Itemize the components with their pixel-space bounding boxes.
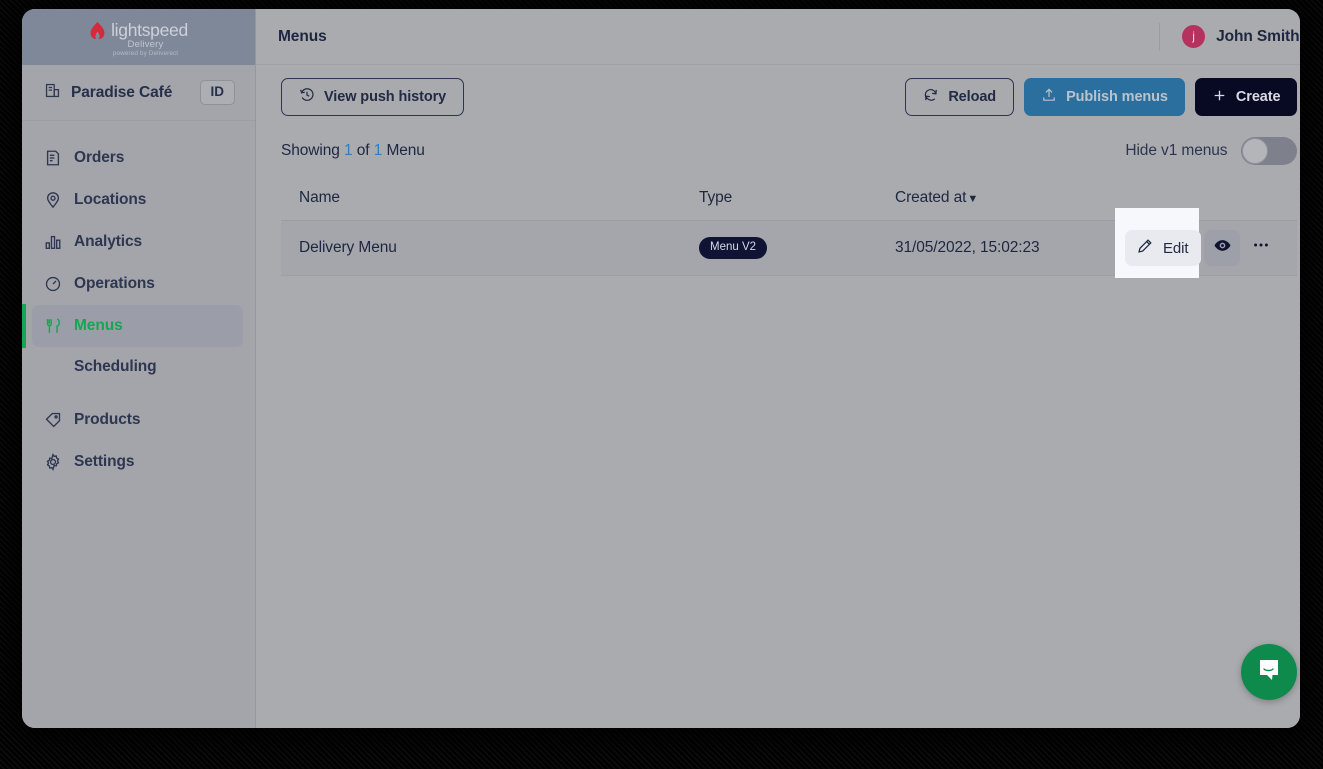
sidebar-item-locations[interactable]: Locations	[32, 179, 243, 221]
lightspeed-flame-icon	[89, 21, 106, 40]
edit-button[interactable]: Edit	[1125, 230, 1202, 266]
brand-product: Delivery	[127, 39, 164, 50]
cutlery-icon	[44, 317, 62, 335]
cell-created-at: 31/05/2022, 15:02:23	[895, 239, 1040, 256]
history-clock-icon	[299, 87, 315, 107]
showing-entity: Menu	[386, 142, 425, 159]
account-name: Paradise Café	[71, 83, 173, 101]
upload-icon	[1041, 87, 1057, 107]
column-header-created-at[interactable]: Created at▼	[895, 189, 1125, 207]
sidebar-item-menus[interactable]: Menus	[22, 304, 243, 348]
toolbar: View push history Reload Publish menus C…	[256, 65, 1300, 129]
menus-table: Name Type Created at▼ Delivery Menu Menu…	[281, 175, 1298, 278]
building-icon	[44, 82, 61, 104]
sidebar-item-settings[interactable]: Settings	[32, 441, 243, 483]
top-bar: Menus j John Smith	[256, 9, 1300, 65]
showing-count-total: 1	[373, 142, 383, 159]
cell-menu-type: Menu V2	[699, 236, 895, 260]
sidebar-item-label: Products	[74, 411, 141, 428]
divider	[1159, 22, 1161, 51]
view-push-history-button[interactable]: View push history	[281, 78, 465, 116]
gear-icon	[44, 453, 62, 471]
account-selector[interactable]: Paradise Café ID	[22, 65, 255, 121]
eye-icon	[1213, 236, 1232, 260]
showing-of: of	[356, 142, 370, 159]
reload-button[interactable]: Reload	[905, 78, 1015, 116]
refresh-icon	[923, 87, 939, 107]
gauge-icon	[44, 275, 62, 293]
create-label: Create	[1235, 89, 1281, 105]
chat-bubble-icon	[1255, 656, 1283, 689]
sidebar-nav: Orders Locations Analytics Operations Me…	[22, 121, 255, 483]
sidebar-item-label: Menus	[74, 317, 123, 334]
brand-logo: lightspeed Delivery powered by Deliverec…	[22, 9, 255, 65]
table-row[interactable]: Delivery Menu Menu V2 31/05/2022, 15:02:…	[281, 208, 1298, 278]
hide-v1-menus-label: Hide v1 menus	[1125, 142, 1228, 159]
hide-v1-menus-toggle[interactable]	[1241, 137, 1298, 165]
chat-launcher-button[interactable]	[1241, 644, 1298, 700]
hide-v1-menus-control: Hide v1 menus	[1125, 137, 1298, 165]
view-button[interactable]	[1204, 230, 1241, 266]
sidebar-item-analytics[interactable]: Analytics	[32, 221, 243, 263]
column-header-name[interactable]: Name	[299, 189, 699, 207]
cell-menu-name: Delivery Menu	[299, 239, 397, 256]
publish-menus-label: Publish menus	[1066, 89, 1168, 105]
table-header-row: Name Type Created at▼	[281, 175, 1298, 221]
row-actions: Edit	[1115, 208, 1279, 278]
receipt-icon	[44, 149, 62, 167]
sidebar-item-label: Analytics	[74, 233, 143, 250]
sidebar-item-label: Settings	[74, 453, 135, 470]
sidebar-item-scheduling[interactable]: Scheduling	[32, 347, 243, 387]
avatar: j	[1182, 25, 1206, 48]
column-header-type[interactable]: Type	[699, 189, 895, 207]
sidebar-subitem-label: Scheduling	[74, 358, 157, 375]
status-row: Showing 1 of 1 Menu Hide v1 menus	[256, 129, 1300, 173]
plus-icon	[1212, 88, 1227, 107]
user-menu[interactable]: j John Smith	[1182, 25, 1300, 48]
view-push-history-label: View push history	[324, 89, 447, 105]
sidebar-item-label: Locations	[74, 191, 147, 208]
pencil-icon	[1136, 238, 1153, 259]
sidebar-item-operations[interactable]: Operations	[32, 263, 243, 305]
main-content: Menus j John Smith View push history Rel…	[256, 9, 1300, 728]
bar-chart-icon	[44, 233, 62, 251]
tag-icon	[44, 411, 62, 429]
sort-caret-icon: ▼	[967, 192, 979, 205]
account-id-badge[interactable]: ID	[199, 80, 235, 105]
app-window: lightspeed Delivery powered by Deliverec…	[22, 9, 1300, 728]
column-header-created-at-label: Created at	[895, 188, 967, 206]
toggle-knob	[1242, 138, 1269, 164]
edit-label: Edit	[1163, 239, 1189, 257]
user-name: John Smith	[1216, 27, 1300, 45]
sidebar-item-orders[interactable]: Orders	[32, 137, 243, 179]
sidebar: lightspeed Delivery powered by Deliverec…	[22, 9, 256, 728]
reload-label: Reload	[948, 89, 997, 105]
ellipsis-icon	[1251, 235, 1271, 255]
page-title: Menus	[278, 27, 327, 45]
sidebar-item-label: Orders	[74, 149, 125, 166]
sidebar-item-products[interactable]: Products	[32, 399, 243, 441]
sidebar-item-label: Operations	[74, 275, 155, 292]
status-badge: Menu V2	[699, 236, 768, 260]
showing-count: Showing 1 of 1 Menu	[281, 142, 425, 160]
brand-tagline: powered by Deliverect	[112, 50, 179, 57]
publish-menus-button[interactable]: Publish menus	[1024, 78, 1185, 116]
showing-prefix: Showing	[281, 142, 340, 159]
map-pin-icon	[44, 191, 62, 209]
brand-wordmark: lightspeed	[111, 20, 188, 40]
more-actions-button[interactable]	[1243, 230, 1279, 266]
create-button[interactable]: Create	[1194, 78, 1298, 116]
showing-count-shown: 1	[343, 142, 353, 159]
